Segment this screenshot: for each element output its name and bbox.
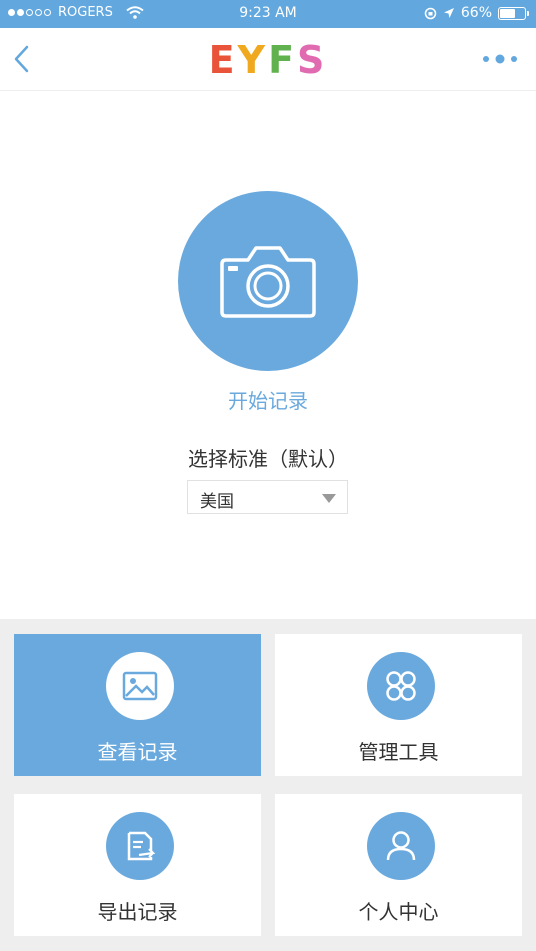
standard-label: 选择标准（默认） — [188, 447, 348, 471]
battery-icon — [498, 6, 529, 20]
tile-icon-circle — [367, 652, 435, 720]
location-arrow-icon — [443, 8, 454, 18]
more-dots-icon[interactable] — [482, 54, 518, 64]
start-record-button[interactable] — [178, 191, 358, 371]
tile-label: 个人中心 — [358, 900, 439, 924]
status-bar: ROGERS 9:23 AM 66% — [0, 0, 536, 28]
tile-manage-tools[interactable]: 管理工具 — [275, 634, 522, 776]
app-logo: EYFS — [0, 38, 536, 82]
logo-letter: S — [297, 38, 328, 82]
export-icon — [127, 831, 156, 861]
tile-personal-center[interactable]: 个人中心 — [275, 794, 522, 936]
tile-label: 导出记录 — [97, 900, 178, 924]
user-icon — [386, 831, 416, 861]
start-record-label[interactable]: 开始记录 — [0, 385, 536, 414]
standard-select[interactable]: 美国 — [187, 480, 348, 514]
status-right: 66% — [424, 5, 529, 21]
logo-letter: F — [268, 38, 298, 82]
orientation-lock-icon — [424, 7, 437, 19]
tile-icon-circle — [367, 812, 435, 880]
logo-letter: Y — [237, 38, 269, 82]
tile-label: 查看记录 — [97, 740, 178, 764]
tile-icon-circle — [106, 812, 174, 880]
caret-down-icon — [322, 494, 336, 503]
tile-icon-circle — [106, 652, 174, 720]
logo-letter: E — [208, 38, 238, 82]
nav-bar: EYFS — [0, 28, 536, 91]
tile-view-records[interactable]: 查看记录 — [14, 634, 261, 776]
main-panel: 开始记录 选择标准（默认） 美国 — [0, 91, 536, 619]
tile-label: 管理工具 — [358, 740, 439, 764]
tools-icon — [386, 671, 416, 701]
camera-icon — [220, 246, 316, 318]
tile-export-records[interactable]: 导出记录 — [14, 794, 261, 936]
standard-select-value: 美国 — [200, 492, 234, 512]
image-icon — [122, 671, 158, 701]
menu-grid: 查看记录 管理工具 导出记录 个人中心 — [0, 619, 536, 951]
battery-percent: 66% — [460, 5, 492, 21]
